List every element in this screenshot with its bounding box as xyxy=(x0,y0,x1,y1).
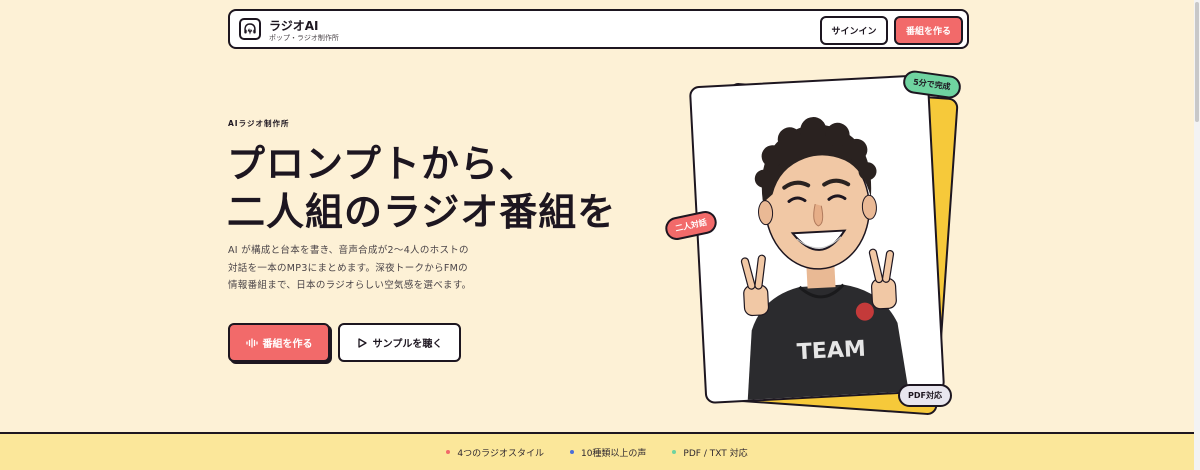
feature-dot-icon xyxy=(672,450,677,454)
host-illustration-card: TEAM xyxy=(688,73,946,405)
hero-create-label: 番組を作る xyxy=(262,339,313,350)
feature-dot-icon xyxy=(446,450,451,454)
hero-title-line1: プロンプトから、 xyxy=(227,142,538,186)
host-caricature-image: TEAM xyxy=(740,117,910,404)
hero-title-line2: 二人組のラジオ番組を xyxy=(227,190,617,234)
hero-description: AI が構成と台本を書き、音声合成が2〜4人のホストの対話を一本のMP3にまとめ… xyxy=(228,245,472,291)
badge-pdf-support: PDF対応 xyxy=(898,384,952,407)
radio-logo-icon[interactable] xyxy=(239,18,261,40)
listen-sample-label: サンプルを聴く xyxy=(372,339,443,350)
brand-tagline: ポップ・ラジオ制作所 xyxy=(269,34,339,42)
top-navbar: ラジオAI ポップ・ラジオ制作所 サインイン 番組を作る xyxy=(228,9,969,49)
scrollbar-thumb[interactable] xyxy=(1195,2,1199,122)
play-icon xyxy=(357,337,367,348)
hero-title: プロンプトから、 二人組のラジオ番組を xyxy=(227,140,616,236)
feature-strip: 4つのラジオスタイル 10種類以上の声 PDF / TXT 対応 xyxy=(0,432,1194,470)
feature-item: PDF / TXT 対応 xyxy=(672,446,748,459)
create-program-button[interactable]: 番組を作る xyxy=(894,16,963,45)
feature-label: 10種類以上の声 xyxy=(580,448,647,459)
listen-sample-button[interactable]: サンプルを聴く xyxy=(338,323,461,362)
shirt-text: TEAM xyxy=(796,337,866,366)
hero-eyebrow: AIラジオ制作所 xyxy=(228,119,290,128)
signin-button[interactable]: サインイン xyxy=(820,16,888,45)
page-scrollbar[interactable] xyxy=(1194,0,1200,470)
feature-item: 4つのラジオスタイル xyxy=(446,446,544,459)
brand-name[interactable]: ラジオAI xyxy=(269,17,319,34)
feature-label: 4つのラジオスタイル xyxy=(457,448,544,459)
feature-item: 10種類以上の声 xyxy=(569,446,647,459)
waveform-icon xyxy=(245,337,258,348)
feature-dot-icon xyxy=(569,450,574,454)
hero-create-button[interactable]: 番組を作る xyxy=(228,323,330,362)
feature-label: PDF / TXT 対応 xyxy=(683,448,748,459)
